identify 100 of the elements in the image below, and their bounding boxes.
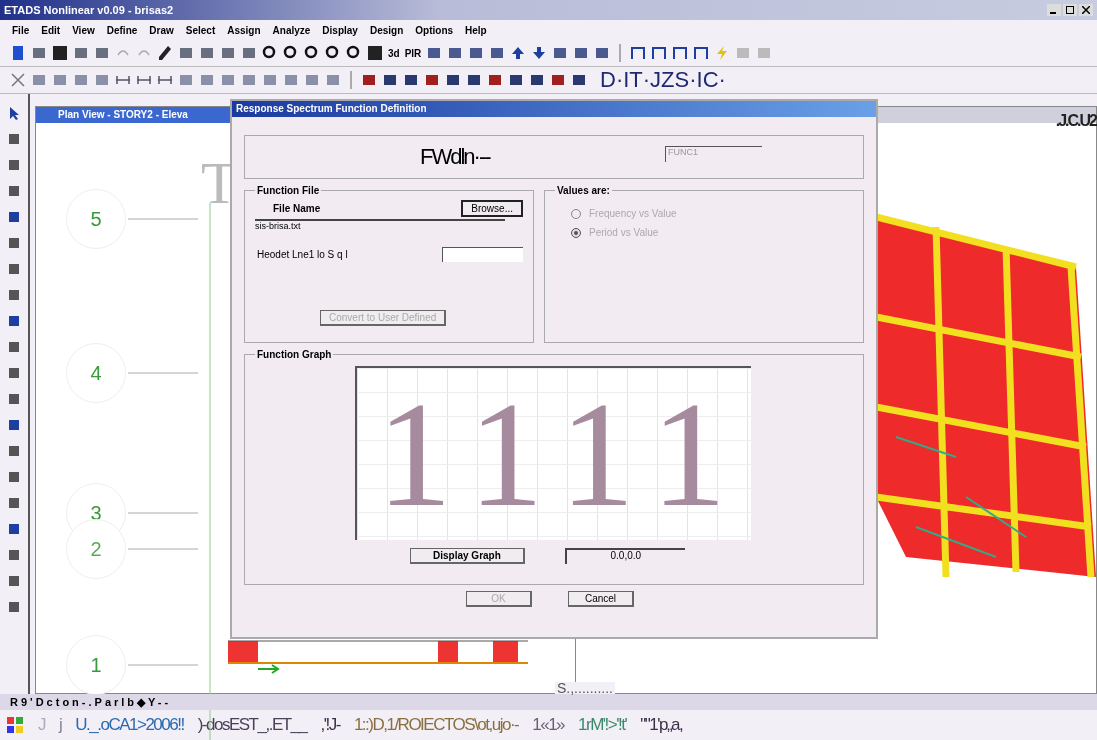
menu-item[interactable]: Assign [227,24,261,36]
tool-icon[interactable] [508,72,524,88]
zoom-icon[interactable] [283,45,299,61]
tool-icon[interactable] [651,45,668,61]
tool-icon[interactable] [468,45,485,61]
new-file-icon[interactable] [10,45,26,61]
tool-icon[interactable] [693,45,710,61]
menu-item[interactable]: Define [106,24,138,36]
close-button[interactable] [1079,4,1093,16]
save-icon[interactable] [52,45,68,61]
tool-icon[interactable] [7,470,21,484]
taskbar-item[interactable]: )-dosEST_,.ET__ [197,715,307,735]
zoom-icon[interactable] [304,45,320,61]
pencil-icon[interactable] [157,45,173,61]
menu-item[interactable]: Select [185,24,216,36]
tool-icon[interactable] [7,158,21,172]
status-text: R9'Dcton-.Parlb◆Y-- [10,695,172,709]
tool-icon[interactable] [445,72,461,88]
tool-icon[interactable] [220,45,236,61]
display-graph-button[interactable]: Display Graph [410,548,525,564]
grid-bubble: 5 [66,189,126,249]
folder-icon[interactable] [31,45,47,61]
taskbar-item[interactable]: ,'!J- [320,715,340,735]
tool-icon[interactable] [7,444,21,458]
toolbar-label[interactable]: 3d [388,47,400,59]
tool-icon[interactable] [7,210,21,224]
menu-item[interactable]: Analyze [272,24,311,36]
tool-icon[interactable] [594,45,611,61]
tool-icon[interactable] [529,72,545,88]
browse-button[interactable]: Browse... [461,200,523,217]
tool-icon[interactable] [7,184,21,198]
grid-line [128,664,198,666]
tool-icon[interactable] [550,72,566,88]
tool-icon[interactable] [7,522,21,536]
menu-item[interactable]: Edit [41,24,61,36]
taskbar-item[interactable]: U._.oCA1>2006!! [75,715,184,735]
tool-icon[interactable] [630,45,647,61]
tool-icon[interactable] [7,132,21,146]
tool-icon[interactable] [489,45,506,61]
header-lines-field[interactable] [442,247,523,262]
menu-item[interactable]: Help [465,24,487,36]
tool-icon[interactable] [426,45,443,61]
start-icon[interactable] [6,716,24,734]
tool-icon[interactable] [403,72,419,88]
tool-icon[interactable] [573,45,590,61]
tool-icon[interactable] [7,600,21,614]
tool-icon[interactable] [241,45,257,61]
menu-item[interactable]: Display [322,24,358,36]
file-name-field[interactable]: sis-brisa.txt [255,219,505,231]
maximize-button[interactable] [1063,4,1077,16]
tool-icon[interactable] [7,288,21,302]
taskbar-item[interactable]: 1rM'!>'!t' [578,715,627,735]
tool-icon[interactable] [7,496,21,510]
tool-icon[interactable] [7,574,21,588]
tool-icon[interactable] [382,72,398,88]
taskbar-item[interactable]: 1::)D,1/ROIECTOS\ot,ujo·- [353,715,519,735]
tool-icon[interactable] [94,45,110,61]
zoom-icon[interactable] [346,45,362,61]
tool-icon[interactable] [552,45,569,61]
minimize-button[interactable] [1047,4,1061,16]
tool-icon[interactable] [466,72,482,88]
tool-icon[interactable] [361,72,377,88]
tool-icon[interactable] [7,314,21,328]
tool-icon[interactable] [7,262,21,276]
tool-icon[interactable] [424,72,440,88]
tool-icon[interactable] [447,45,464,61]
toolbar-label[interactable]: PlR [404,47,422,59]
tool-icon[interactable] [7,366,21,380]
grid-line [128,548,198,550]
menu-item[interactable]: Draw [149,24,174,36]
tool-icon[interactable] [7,392,21,406]
window-title: ETADS Nonlinear v0.09 - brisas2 [4,4,174,16]
taskbar-item[interactable]: j [59,715,62,735]
down-arrow-icon[interactable] [531,45,548,61]
tool-icon[interactable] [7,418,21,432]
tool-icon[interactable] [199,45,215,61]
tool-icon[interactable] [7,236,21,250]
cancel-button[interactable]: Cancel [568,591,634,607]
group-label: Function File [256,185,321,196]
tool-icon[interactable] [487,72,503,88]
tool-icon[interactable] [73,45,89,61]
menu-item[interactable]: File [12,24,30,36]
taskbar-text: S.,.......... [555,682,615,694]
tool-icon[interactable] [672,45,689,61]
grid-bubble: 4 [66,343,126,403]
taskbar-item[interactable]: 1«1» [532,715,565,735]
zoom-icon[interactable] [325,45,341,61]
tool-icon[interactable] [571,72,587,88]
tool-icon[interactable] [7,548,21,562]
menu-item[interactable]: Options [415,24,454,36]
taskbar-item[interactable]: ""1'p„a, [640,715,683,735]
menu-item[interactable]: View [72,24,95,36]
pointer-icon[interactable] [7,106,21,120]
tool-icon[interactable] [7,340,21,354]
zoom-icon[interactable] [262,45,278,61]
group-label: Values are: [556,185,611,196]
lock-icon[interactable] [178,45,194,61]
menu-item[interactable]: Design [369,24,404,36]
save-icon[interactable] [367,45,383,61]
up-arrow-icon[interactable] [510,45,527,61]
